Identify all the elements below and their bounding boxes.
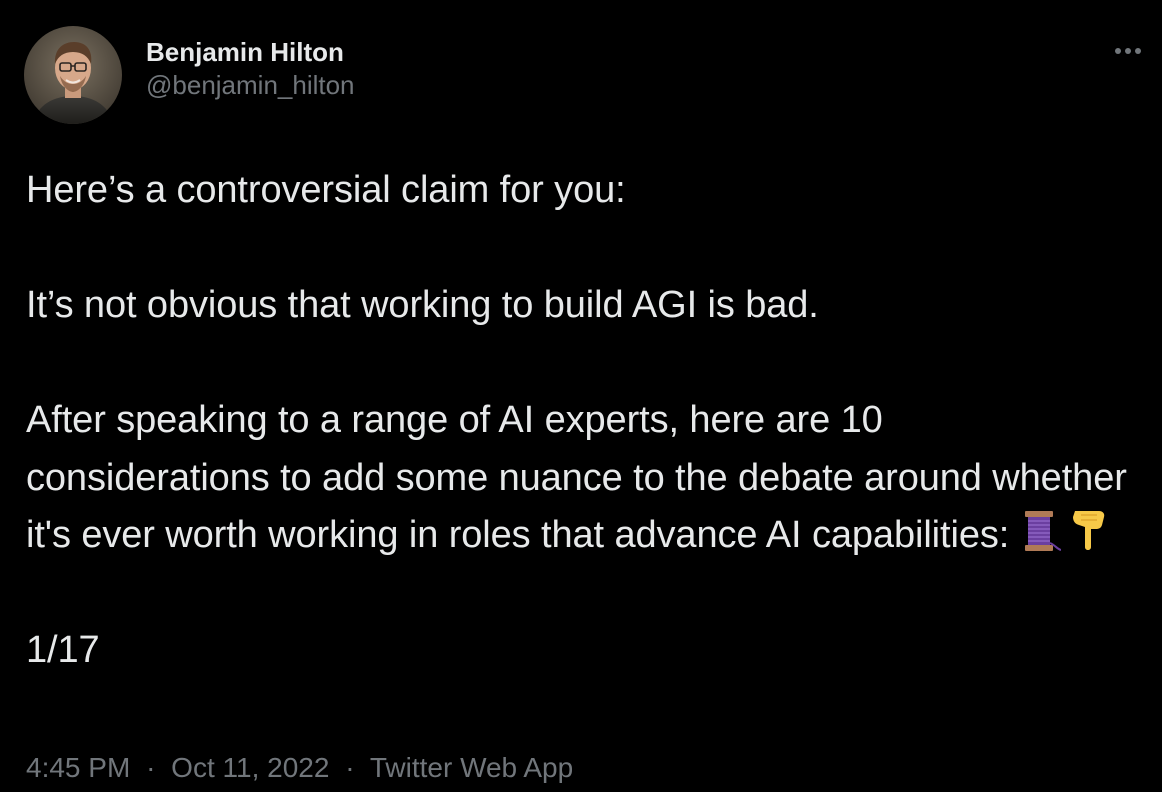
tweet-date-link[interactable]: Oct 11, 2022: [171, 752, 329, 783]
tweet-card: Benjamin Hilton @benjamin_hilton Here’s …: [0, 0, 1162, 792]
tweet-paragraph: It’s not obvious that working to build A…: [26, 284, 819, 326]
tweet-meta: 4:45 PM · Oct 11, 2022 · Twitter Web App: [26, 748, 573, 788]
pointing-down-emoji: [1069, 507, 1109, 553]
avatar[interactable]: [24, 26, 122, 124]
tweet-paragraph: After speaking to a range of AI experts,…: [26, 399, 1127, 556]
tweet-paragraph: Here’s a controversial claim for you:: [26, 169, 626, 211]
tweet-source[interactable]: Twitter Web App: [370, 752, 573, 783]
tweet-text: Here’s a controversial claim for you: It…: [26, 162, 1136, 680]
meta-separator: ·: [146, 752, 156, 783]
more-dots-icon: [1114, 47, 1142, 55]
thread-spool-emoji: [1017, 509, 1062, 553]
tweet-paragraph: 1/17: [26, 629, 100, 671]
user-info: Benjamin Hilton @benjamin_hilton: [146, 36, 355, 102]
tweet-time-link[interactable]: 4:45 PM: [26, 752, 130, 783]
tweet-header: Benjamin Hilton @benjamin_hilton: [24, 26, 355, 124]
user-handle[interactable]: @benjamin_hilton: [146, 68, 355, 102]
tweet-paragraph-with-emoji: After speaking to a range of AI experts,…: [26, 392, 1136, 565]
display-name[interactable]: Benjamin Hilton: [146, 36, 355, 68]
meta-separator: ·: [345, 752, 355, 783]
more-options-button[interactable]: [1108, 36, 1148, 66]
